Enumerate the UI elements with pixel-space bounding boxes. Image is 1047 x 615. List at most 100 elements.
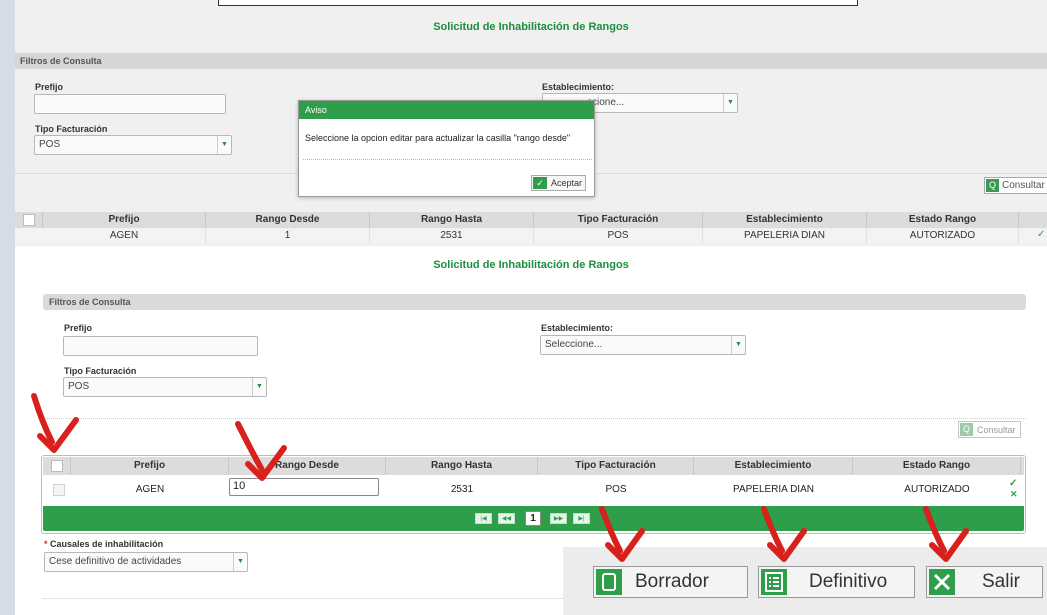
top-page-title: Solicitud de Inhabilitación de Rangos bbox=[433, 21, 629, 33]
top-tipo-select[interactable]: POS ▼ bbox=[34, 135, 232, 155]
save-check-icon[interactable]: ✓ bbox=[1009, 478, 1017, 489]
top-cell-prefijo: AGEN bbox=[43, 229, 206, 243]
modal-message: Seleccione la opcion editar para actuali… bbox=[305, 133, 571, 143]
cell-tipo-facturacion: POS bbox=[605, 484, 627, 495]
checklist-icon bbox=[761, 569, 787, 595]
cancel-x-icon[interactable]: ✕ bbox=[1010, 489, 1018, 500]
page-title: Solicitud de Inhabilitación de Rangos bbox=[433, 259, 629, 271]
top-col-estado: Estado Rango bbox=[867, 212, 1019, 228]
next-page-icon[interactable]: ▶▶ bbox=[550, 513, 567, 524]
bottom-divider bbox=[43, 598, 583, 599]
definitivo-label: Definitivo bbox=[809, 571, 888, 592]
aceptar-button[interactable]: ✓ Aceptar bbox=[531, 175, 586, 191]
chevron-down-icon: ▼ bbox=[217, 136, 231, 154]
top-cell-estado: AUTORIZADO bbox=[867, 229, 1019, 243]
modal-title: Aviso bbox=[299, 101, 594, 119]
col-prefijo: Prefijo bbox=[71, 457, 229, 475]
top-tipo-value: POS bbox=[39, 139, 61, 150]
last-page-icon[interactable]: ▶| bbox=[573, 513, 590, 524]
select-all-checkbox[interactable] bbox=[51, 460, 63, 472]
consultar-button[interactable]: Q Consultar bbox=[958, 421, 1021, 438]
definitivo-button[interactable]: Definitivo bbox=[758, 566, 915, 598]
cell-establecimiento: PAPELERIA DIAN bbox=[733, 484, 814, 495]
close-icon bbox=[929, 569, 955, 595]
filters-header: Filtros de Consulta bbox=[43, 294, 1026, 310]
filters-divider bbox=[43, 418, 1026, 419]
borrador-label: Borrador bbox=[635, 571, 709, 592]
top-col-prefijo: Prefijo bbox=[43, 212, 206, 228]
required-star: * bbox=[44, 539, 48, 549]
causales-select[interactable]: Cese definitivo de actividades ▼ bbox=[44, 552, 248, 572]
causales-value: Cese definitivo de actividades bbox=[49, 556, 182, 567]
top-panel: Solicitud de Inhabilitación de Rangos Fi… bbox=[15, 0, 1047, 246]
chevron-down-icon: ▼ bbox=[233, 553, 247, 571]
top-col-rango-desde: Rango Desde bbox=[206, 212, 370, 228]
salir-label: Salir bbox=[982, 571, 1021, 592]
borrador-button[interactable]: Borrador bbox=[593, 566, 748, 598]
establecimiento-value: Seleccione... bbox=[545, 339, 603, 350]
top-cell-tipo: POS bbox=[534, 229, 703, 243]
annotation-arrow-icon bbox=[599, 506, 645, 562]
left-sidebar-strip bbox=[0, 0, 15, 615]
prefijo-input[interactable] bbox=[63, 336, 258, 356]
chevron-down-icon: ▼ bbox=[723, 94, 737, 112]
select-all-cell[interactable] bbox=[43, 457, 71, 475]
top-prefijo-label: Prefijo bbox=[35, 82, 64, 92]
results-grid: Prefijo Rango Desde Rango Hasta Tipo Fac… bbox=[41, 455, 1026, 534]
tipo-facturacion-select[interactable]: POS ▼ bbox=[63, 377, 267, 397]
prefijo-label: Prefijo bbox=[64, 323, 93, 333]
row-checkbox[interactable] bbox=[53, 484, 65, 496]
prev-page-icon[interactable]: ◀◀ bbox=[498, 513, 515, 524]
annotation-arrow-icon bbox=[31, 393, 79, 453]
top-cell-rango-desde: 1 bbox=[206, 229, 370, 243]
top-select-all-cell[interactable] bbox=[15, 212, 43, 228]
table-row: AGEN 2531 POS PAPELERIA DIAN AUTORIZADO … bbox=[43, 476, 1024, 504]
top-prefijo-input[interactable] bbox=[34, 94, 226, 114]
top-table-row: AGEN 1 2531 POS PAPELERIA DIAN AUTORIZAD… bbox=[15, 229, 1047, 243]
pagination-bar: |◀ ◀◀ 1 ▶▶ ▶| bbox=[43, 506, 1024, 531]
aceptar-label: Aceptar bbox=[551, 178, 583, 188]
top-tipo-label: Tipo Facturación bbox=[35, 124, 108, 134]
top-consultar-label: Consultar bbox=[1002, 180, 1045, 191]
screenshot-stage: Solicitud de Inhabilitación de Rangos Fi… bbox=[0, 0, 1047, 615]
col-tipo-facturacion: Tipo Facturación bbox=[538, 457, 694, 475]
tipo-facturacion-label: Tipo Facturación bbox=[64, 366, 137, 376]
top-establecimiento-label: Establecimiento: bbox=[542, 82, 615, 92]
select-all-checkbox[interactable] bbox=[23, 214, 35, 226]
top-col-establecimiento: Establecimiento bbox=[703, 212, 867, 228]
chevron-down-icon: ▼ bbox=[252, 378, 266, 396]
check-icon: ✓ bbox=[533, 177, 547, 189]
cell-rango-hasta: 2531 bbox=[450, 484, 474, 495]
col-rango-hasta: Rango Hasta bbox=[386, 457, 538, 475]
causales-label: * Causales de inhabilitación bbox=[44, 539, 163, 549]
tipo-facturacion-value: POS bbox=[68, 381, 90, 392]
establecimiento-label: Establecimiento: bbox=[541, 323, 614, 333]
col-establecimiento: Establecimiento bbox=[694, 457, 853, 475]
first-page-icon[interactable]: |◀ bbox=[475, 513, 492, 524]
top-frame-edge bbox=[218, 0, 858, 6]
annotation-arrow-icon bbox=[761, 506, 807, 562]
col-estado-rango: Estado Rango bbox=[853, 457, 1021, 475]
top-col-tipo: Tipo Facturación bbox=[534, 212, 703, 228]
causales-label-text: Causales de inhabilitación bbox=[50, 539, 164, 549]
edit-icon[interactable]: ✓ bbox=[1037, 229, 1045, 240]
top-table-header: Prefijo Rango Desde Rango Hasta Tipo Fac… bbox=[15, 212, 1047, 228]
consultar-label: Consultar bbox=[977, 425, 1016, 435]
cell-prefijo: AGEN bbox=[135, 484, 165, 495]
search-icon: Q bbox=[986, 179, 999, 192]
annotation-arrow-icon bbox=[923, 506, 969, 562]
top-cell-establecimiento: PAPELERIA DIAN bbox=[703, 229, 867, 243]
chevron-down-icon: ▼ bbox=[731, 336, 745, 354]
aviso-modal: Aviso Seleccione la opcion editar para a… bbox=[298, 100, 595, 197]
current-page[interactable]: 1 bbox=[525, 511, 541, 526]
top-filters-header: Filtros de Consulta bbox=[15, 53, 1047, 69]
salir-button[interactable]: Salir bbox=[926, 566, 1043, 598]
annotation-arrow-icon bbox=[235, 421, 287, 481]
modal-divider bbox=[303, 159, 592, 160]
document-icon bbox=[596, 569, 622, 595]
cell-estado-rango: AUTORIZADO bbox=[904, 484, 970, 495]
establecimiento-select[interactable]: Seleccione... ▼ bbox=[540, 335, 746, 355]
top-consultar-button[interactable]: Q Consultar bbox=[984, 177, 1047, 194]
top-col-rango-hasta: Rango Hasta bbox=[370, 212, 534, 228]
top-cell-rango-hasta: 2531 bbox=[370, 229, 534, 243]
